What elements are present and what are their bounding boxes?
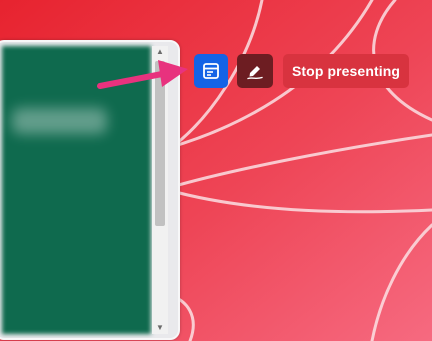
- scroll-down-arrow-icon[interactable]: ▼: [152, 322, 168, 334]
- shared-slide-thumbnail: [2, 46, 151, 334]
- scroll-up-arrow-icon[interactable]: ▲: [152, 46, 168, 58]
- speaker-notes-button[interactable]: [194, 54, 228, 88]
- speaker-notes-icon: [203, 63, 219, 79]
- blurred-slide-text: [12, 108, 107, 134]
- shared-screen-preview: ▲ ▼: [0, 40, 180, 340]
- preview-scrollbar[interactable]: ▲ ▼: [152, 46, 168, 334]
- scrollbar-thumb[interactable]: [155, 61, 165, 226]
- presentation-stage: ▲ ▼ Stop presenting: [0, 0, 432, 341]
- stop-presenting-button[interactable]: Stop presenting: [283, 54, 409, 88]
- annotate-pen-icon: [246, 62, 264, 80]
- annotate-button[interactable]: [237, 54, 273, 88]
